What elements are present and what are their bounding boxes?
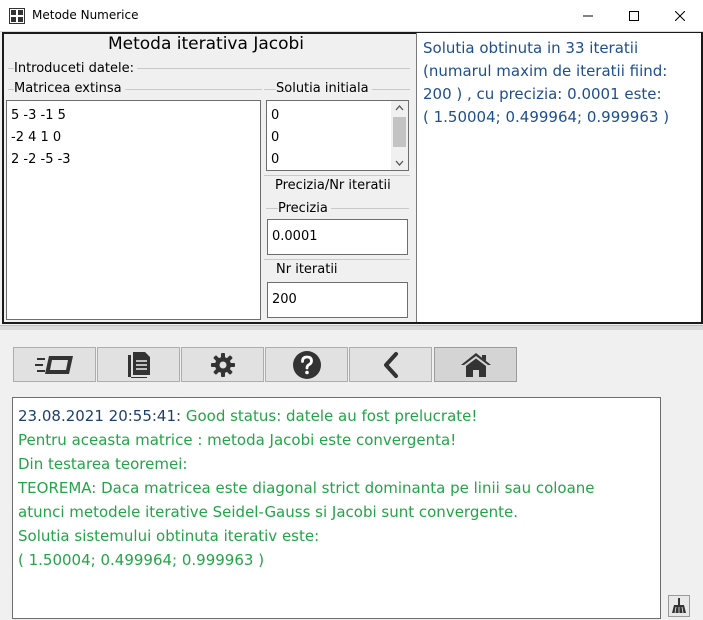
back-button[interactable] — [349, 347, 432, 382]
log-line: Din testarea teoremei: — [18, 455, 188, 473]
precision-label: Precizia — [278, 201, 331, 216]
solution-line: Solutia obtinuta in 33 iteratii — [423, 39, 639, 57]
maximize-button[interactable] — [611, 0, 657, 32]
iterations-label: Nr iteratii — [276, 262, 341, 277]
home-button[interactable] — [434, 347, 517, 382]
log-message: Good status: datele au fost prelucrate! — [181, 407, 478, 425]
initial-solution-input[interactable]: 0 0 0 — [266, 100, 409, 171]
input-card-icon — [34, 355, 73, 374]
log-line: Pentru aceasta matrice : metoda Jacobi e… — [18, 431, 457, 449]
settings-gear-icon — [210, 352, 235, 377]
precision-value: 0.0001 — [272, 229, 318, 244]
minimize-icon — [583, 15, 593, 17]
iterations-group-border — [264, 259, 410, 260]
log-line: 23.08.2021 20:55:41: Good status: datele… — [18, 404, 655, 428]
matrix-group-label: Matricea extinsa — [14, 81, 125, 96]
intro-label: Introduceti datele: — [14, 61, 137, 76]
back-chevron-icon — [383, 351, 398, 378]
solution-line: 200 ) , cu precizia: 0.0001 este: — [423, 85, 662, 103]
window-title: Metode Numerice — [32, 8, 139, 22]
scroll-down-icon[interactable] — [391, 157, 408, 169]
matrix-input[interactable]: 5 -3 -1 5 -2 4 1 0 2 -2 -5 -3 — [6, 100, 261, 320]
help-icon — [292, 350, 321, 379]
settings-button[interactable] — [181, 347, 264, 382]
log-output[interactable]: 23.08.2021 20:55:41: Good status: datele… — [12, 397, 661, 619]
initial-value: 0 — [271, 152, 280, 167]
initial-value: 0 — [271, 108, 280, 123]
matrix-row: 5 -3 -1 5 — [11, 108, 66, 123]
iterations-input[interactable]: 200 — [267, 282, 408, 318]
help-button[interactable] — [265, 347, 348, 382]
form-title: Metoda iterativa Jacobi — [107, 34, 305, 54]
initial-group-label: Solutia initiala — [276, 81, 372, 96]
log-line: atunci metodele iterative Seidel-Gauss s… — [18, 503, 518, 521]
initial-scrollbar[interactable] — [391, 101, 408, 170]
close-button[interactable] — [657, 0, 703, 32]
solution-line: (numarul maxim de iteratii fiind: — [423, 62, 668, 80]
precision-group-label: Precizia/Nr iteratii — [275, 178, 394, 193]
iterations-value: 200 — [272, 292, 297, 307]
broom-clear-icon — [672, 598, 686, 614]
document-button[interactable] — [97, 347, 180, 382]
log-side-strip — [663, 397, 693, 619]
panel-splitter[interactable] — [0, 325, 703, 330]
solution-output[interactable]: Solutia obtinuta in 33 iteratii (numarul… — [416, 33, 701, 322]
app-grid-icon — [9, 8, 25, 24]
scroll-up-icon[interactable] — [391, 102, 408, 114]
precision-group-border — [264, 175, 410, 176]
precision-input[interactable]: 0.0001 — [267, 219, 408, 255]
minimize-button[interactable] — [565, 0, 611, 32]
log-line: TEOREMA: Daca matricea este diagonal str… — [18, 479, 595, 497]
initial-value: 0 — [271, 130, 280, 145]
close-icon — [675, 11, 685, 21]
home-icon — [460, 352, 491, 377]
maximize-icon — [629, 11, 639, 21]
log-line: Solutia sistemului obtinuta iterativ est… — [18, 527, 320, 545]
matrix-row: -2 4 1 0 — [11, 130, 62, 145]
log-timestamp: 23.08.2021 20:55:41: — [18, 407, 182, 425]
log-line: ( 1.50004; 0.499964; 0.999963 ) — [18, 551, 265, 569]
solution-line: ( 1.50004; 0.499964; 0.999963 ) — [423, 108, 670, 126]
document-icon — [127, 351, 150, 378]
clear-log-button[interactable] — [668, 595, 690, 617]
input-data-button[interactable] — [13, 347, 96, 382]
matrix-row: 2 -2 -5 -3 — [11, 152, 71, 167]
scrollbar-thumb[interactable] — [393, 117, 406, 147]
